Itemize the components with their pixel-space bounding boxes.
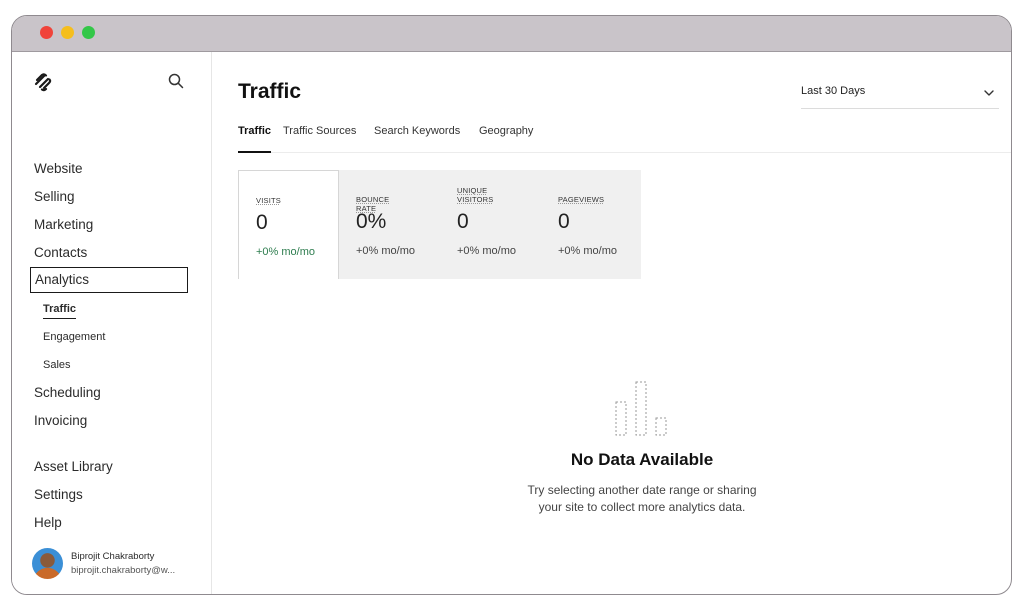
empty-state-title: No Data Available (570, 450, 714, 469)
empty-chart-icon (615, 381, 667, 436)
metric-card-bounce-rate[interactable]: BOUNCE RATE 0% +0% mo/mo (339, 170, 440, 279)
sidebar-item-asset-library[interactable]: Asset Library (34, 458, 113, 476)
empty-state-message: Try selecting another date range or shar… (442, 482, 842, 516)
sidebar-item-settings[interactable]: Settings (34, 486, 83, 504)
tab-geography[interactable]: Geography (479, 124, 533, 138)
sidebar: Website Selling Marketing Contacts Analy… (12, 52, 212, 594)
active-tab-indicator (238, 151, 271, 153)
sidebar-item-invoicing[interactable]: Invoicing (34, 412, 87, 430)
metric-label: VISITS (256, 196, 281, 205)
metric-change: +0% mo/mo (356, 245, 415, 257)
user-profile[interactable]: Biprojit Chakraborty biprojit.chakrabort… (32, 547, 202, 581)
metric-change: +0% mo/mo (457, 245, 516, 257)
squarespace-logo-icon[interactable] (34, 72, 54, 92)
profile-name: Biprojit Chakraborty (71, 551, 155, 562)
metric-card-unique-visitors[interactable]: UNIQUE VISITORS 0 +0% mo/mo (440, 170, 541, 279)
profile-email: biprojit.chakraborty@w... (71, 565, 176, 576)
sidebar-item-help[interactable]: Help (34, 514, 62, 532)
tab-search-keywords[interactable]: Search Keywords (374, 124, 460, 138)
date-range-select[interactable]: Last 30 Days (801, 82, 999, 109)
minimize-window-button[interactable] (61, 26, 74, 39)
empty-state-line-1: Try selecting another date range or shar… (527, 483, 757, 497)
date-range-label: Last 30 Days (801, 85, 866, 97)
metric-card-pageviews[interactable]: PAGEVIEWS 0 +0% mo/mo (541, 170, 642, 279)
page-title: Traffic (238, 80, 302, 103)
metric-value: 0 (558, 210, 570, 233)
maximize-window-button[interactable] (82, 26, 95, 39)
metric-change: +0% mo/mo (256, 246, 315, 258)
sidebar-subitem-traffic[interactable]: Traffic (43, 302, 77, 319)
sidebar-item-scheduling[interactable]: Scheduling (34, 384, 101, 402)
close-window-button[interactable] (40, 26, 53, 39)
window-titlebar (12, 16, 1011, 52)
metric-label: PAGEVIEWS (558, 195, 605, 204)
browser-window: Website Selling Marketing Contacts Analy… (11, 15, 1012, 595)
sidebar-item-website[interactable]: Website (34, 160, 83, 178)
empty-state-line-2: your site to collect more analytics data… (538, 500, 746, 514)
metric-change: +0% mo/mo (558, 245, 617, 257)
tab-bar: Traffic Traffic Sources Search Keywords … (238, 124, 1011, 153)
sidebar-subitem-sales[interactable]: Sales (43, 358, 71, 372)
metric-value: 0 (256, 211, 268, 234)
avatar (32, 548, 63, 579)
sidebar-item-analytics[interactable]: Analytics (30, 267, 188, 293)
sidebar-item-contacts[interactable]: Contacts (34, 244, 87, 262)
sidebar-item-marketing[interactable]: Marketing (34, 216, 93, 234)
tab-traffic-sources[interactable]: Traffic Sources (283, 124, 356, 138)
metrics-panel: VISITS 0 +0% mo/mo BOUNCE RATE 0% +0% mo… (238, 170, 641, 279)
tab-traffic[interactable]: Traffic (238, 124, 271, 138)
sidebar-subitem-engagement[interactable]: Engagement (43, 330, 105, 344)
metric-value: 0% (356, 210, 387, 233)
sidebar-item-selling[interactable]: Selling (34, 188, 75, 206)
search-icon[interactable] (167, 72, 185, 90)
metric-label: UNIQUE VISITORS (457, 186, 494, 204)
main-content: Traffic Last 30 Days Traffic Traffic Sou… (212, 52, 1011, 594)
chevron-down-icon (984, 90, 994, 96)
metric-card-visits[interactable]: VISITS 0 +0% mo/mo (238, 170, 339, 279)
metric-value: 0 (457, 210, 469, 233)
